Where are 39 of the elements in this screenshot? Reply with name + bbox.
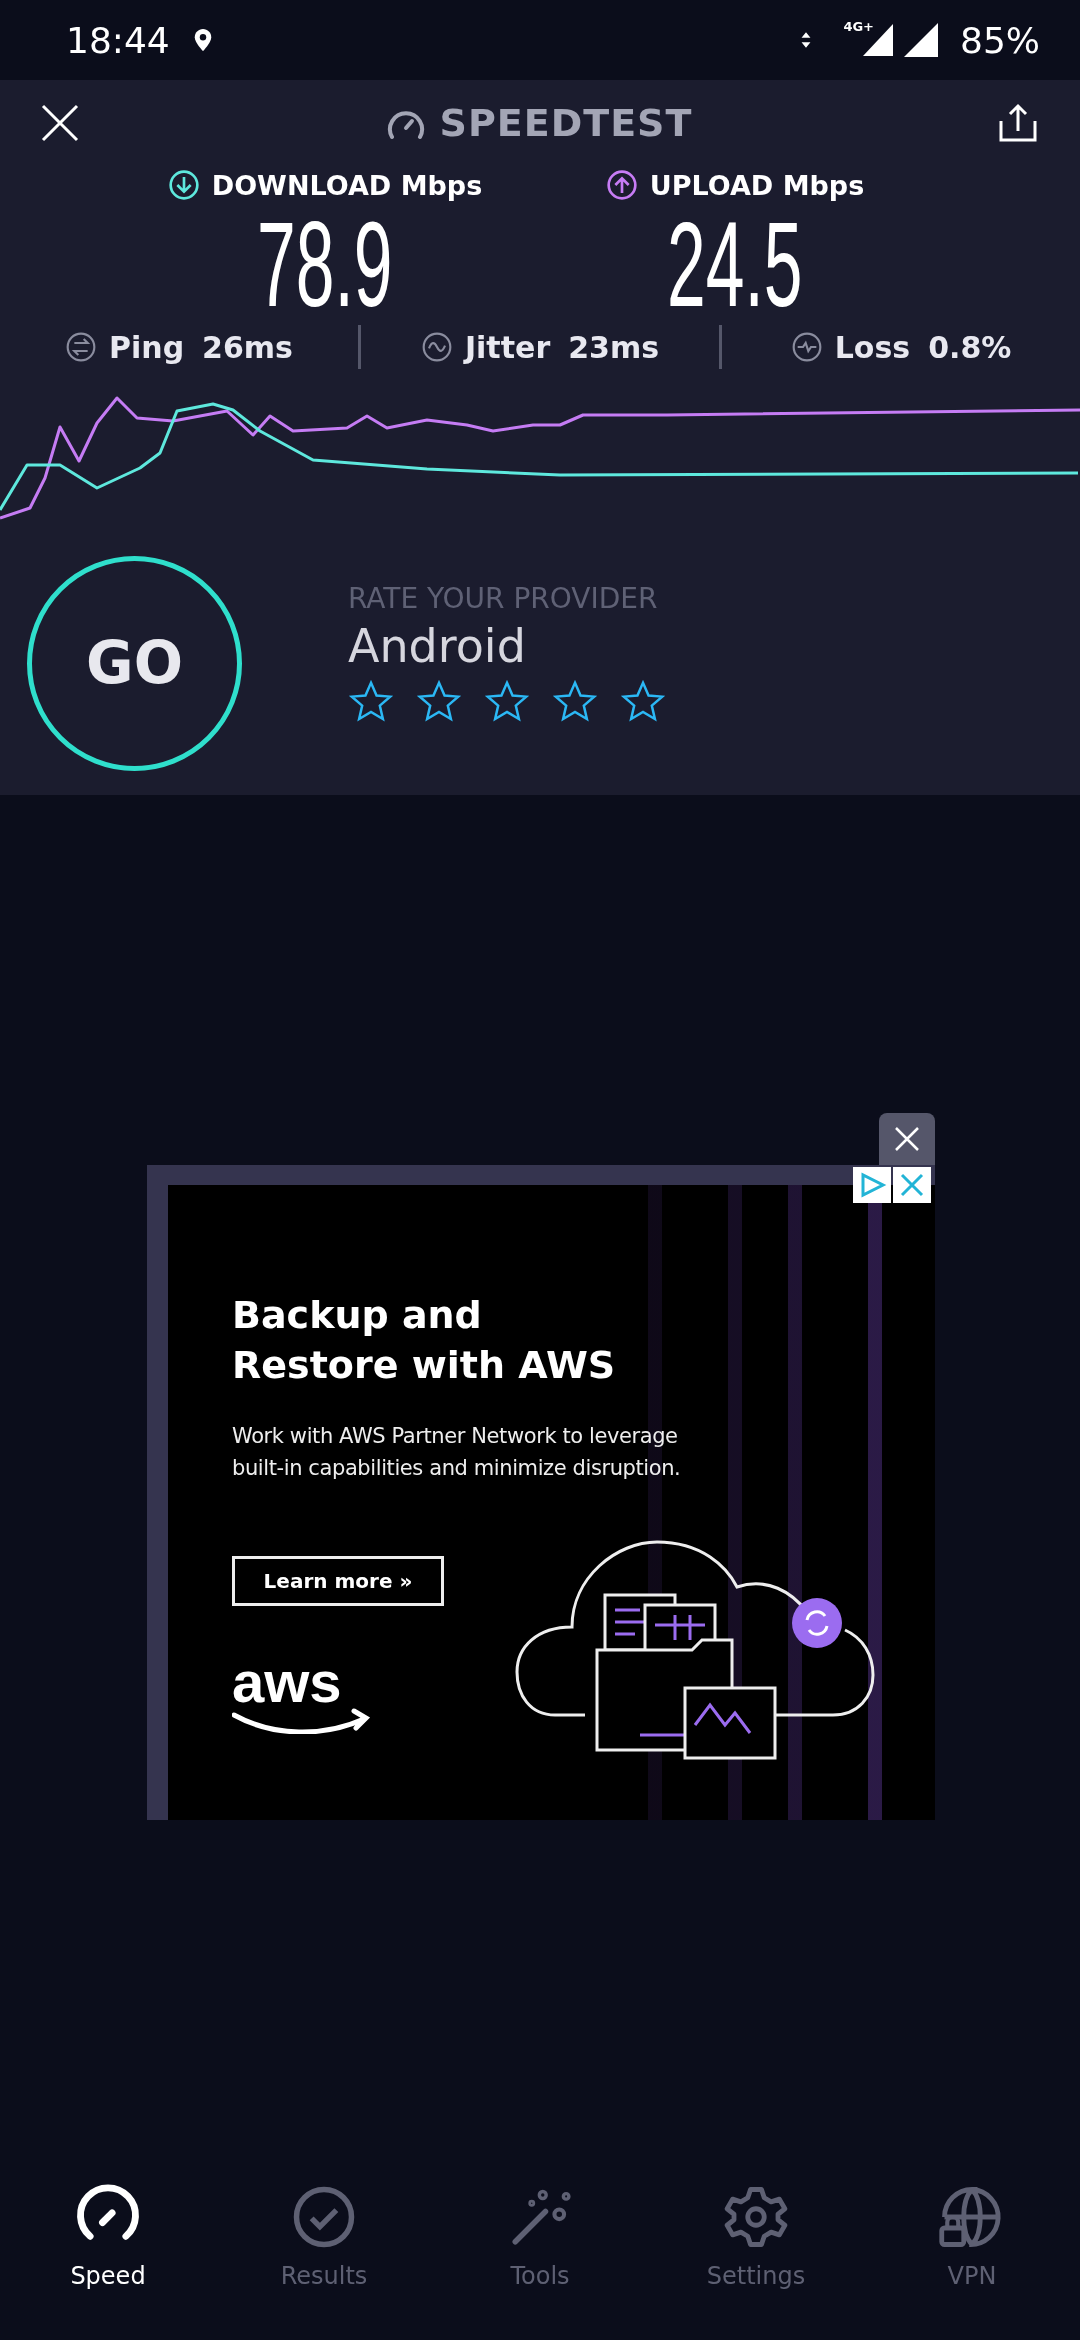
result-value: 24.5 [667,209,803,321]
network-type: 4G+ [843,18,874,34]
clock-time: 18:44 [66,19,170,61]
metric-label: Loss [834,329,911,365]
close-icon [40,102,80,143]
checkmark-icon [291,2184,357,2250]
aws-logo: aws [232,1656,342,1708]
upload-icon [605,169,638,201]
ad-headline: Backup and Restore with AWS [232,1292,616,1389]
ping-icon [65,331,97,363]
ad-banner[interactable]: Backup and Restore with AWS Work with AWS Partner Network to leverage built-in capabilities and minimize disruption. Learn more » aws [147,1165,935,1820]
metric-label: Ping [109,329,185,365]
rating-heading: RATE YOUR PROVIDER [348,581,659,615]
app-title: SPEEDTEST [439,100,693,145]
battery-level: 85% [960,19,1040,61]
nav-tab[interactable]: Speed [0,2184,216,2334]
result-label: DOWNLOAD Mbps [211,169,483,201]
close-button[interactable] [40,102,80,143]
metric-value: 26ms [202,329,293,365]
data-arrows-icon [801,30,812,50]
download-icon [167,169,200,201]
go-button[interactable]: GO [27,555,242,771]
wave-icon [420,331,453,363]
share-button[interactable] [998,102,1038,143]
ad-description: Work with AWS Partner Network to leverage built-in capabilities and minimize disruption. [232,1423,681,1482]
metric-label: Jitter [464,329,551,365]
result-value: 78.9 [257,209,393,321]
close-ad-button[interactable] [879,1113,935,1165]
share-icon [998,102,1038,143]
learn-more-button[interactable]: Learn more » [232,1556,444,1606]
smile-arrow-icon [232,1708,372,1734]
result-label: UPLOAD Mbps [649,169,865,201]
signal-icon [904,23,938,57]
pulse-icon [790,331,823,363]
provider-name: Android [348,618,527,673]
metric-value: 23ms [568,329,660,365]
close-icon [894,1126,920,1152]
metric-value: 0.8% [928,329,1012,365]
settings-icon [723,2184,789,2250]
